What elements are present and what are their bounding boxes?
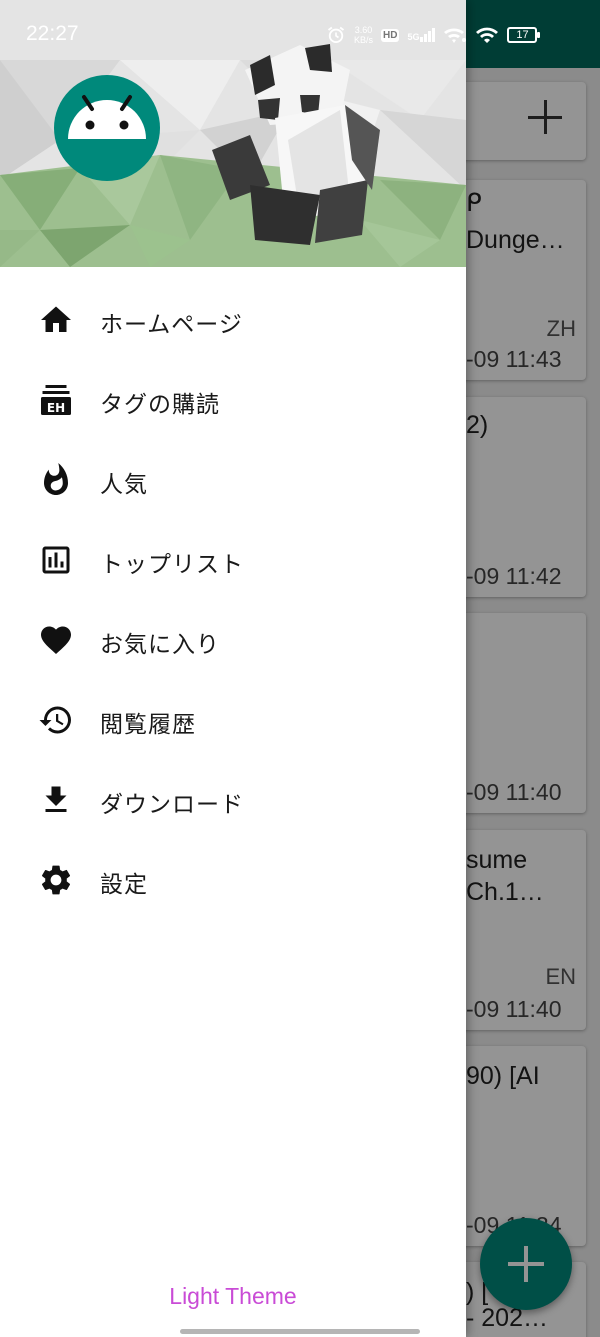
menu-item-label: 設定 (100, 872, 148, 898)
alarm-icon (327, 26, 345, 43)
status-bar: 22:27 3.60 KB/s HD 5G 17 (0, 0, 600, 68)
gear-icon (41, 865, 71, 895)
network-speed-value: 3.60 (354, 25, 373, 35)
status-time: 22:27 (26, 22, 79, 45)
menu-item-download[interactable]: ダウンロード (0, 760, 466, 840)
menu-item-label: 閲覧履歴 (100, 712, 196, 738)
user-avatar[interactable] (54, 75, 160, 181)
menu-item-label: ホームページ (100, 312, 243, 338)
wifi-call-icon (444, 28, 467, 43)
wifi-icon (476, 27, 499, 43)
menu-item-toplist[interactable]: トップリスト (0, 520, 466, 600)
hd-badge: HD (381, 28, 400, 42)
status-icons: 3.60 KB/s HD 5G 17 (326, 22, 541, 48)
home-icon (41, 306, 71, 332)
heart-icon (41, 626, 71, 655)
drawer-menu: ホームページ EH タグの購読 人気 トップリスト お気に入り 閲覧履歴 ダウン… (0, 280, 466, 920)
menu-item-popular[interactable]: 人気 (0, 440, 466, 520)
bar-chart-icon (42, 546, 70, 574)
history-icon (39, 706, 71, 734)
menu-item-label: 人気 (100, 472, 148, 498)
network-speed: 3.60 KB/s (354, 25, 373, 45)
battery-level: 17 (516, 29, 529, 41)
menu-item-favorites[interactable]: お気に入り (0, 600, 466, 680)
menu-item-label: ダウンロード (100, 792, 244, 818)
battery-icon: 17 (507, 27, 541, 43)
download-icon (45, 786, 67, 812)
fire-icon (44, 463, 68, 495)
network-type: 5G (407, 32, 420, 42)
menu-item-tag-subscription[interactable]: EH タグの購読 (0, 360, 466, 440)
menu-item-settings[interactable]: 設定 (0, 840, 466, 920)
menu-item-home[interactable]: ホームページ (0, 280, 466, 360)
theme-toggle-link[interactable]: Light Theme (0, 1283, 466, 1310)
gesture-navigation-handle[interactable] (180, 1329, 420, 1334)
menu-item-history[interactable]: 閲覧履歴 (0, 680, 466, 760)
cellular-signal-icon: 5G (407, 28, 436, 42)
menu-item-label: タグの購読 (100, 392, 220, 418)
menu-item-label: トップリスト (100, 552, 244, 578)
network-speed-unit: KB/s (354, 35, 374, 45)
navigation-drawer: ホームページ EH タグの購読 人気 トップリスト お気に入り 閲覧履歴 ダウン… (0, 0, 466, 1337)
eh-tag-icon: EH (41, 385, 71, 415)
menu-item-label: お気に入り (100, 632, 220, 658)
svg-text:EH: EH (47, 401, 65, 415)
android-robot-icon (68, 95, 146, 139)
